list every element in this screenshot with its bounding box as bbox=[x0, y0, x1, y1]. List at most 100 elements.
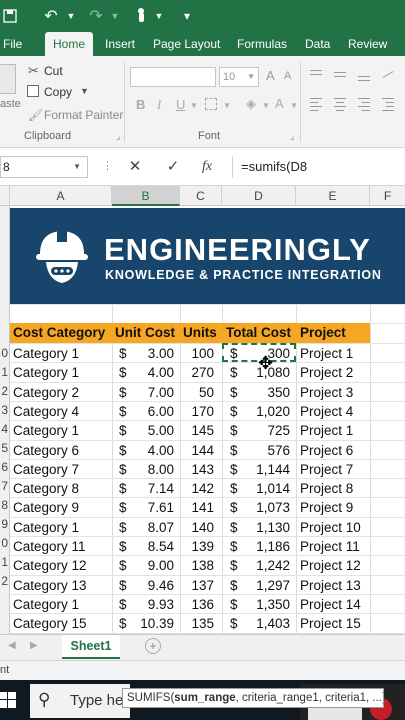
enter-button[interactable]: ✓ bbox=[162, 156, 184, 178]
name-box[interactable]: 8 ▼ bbox=[0, 156, 88, 178]
sheet-tab-sheet1[interactable]: Sheet1 bbox=[62, 635, 120, 659]
underline-button[interactable]: U bbox=[176, 97, 185, 112]
cell-unit-cost-value[interactable]: 7.00 bbox=[128, 383, 174, 402]
cell-total-cost-value[interactable]: 1,297 bbox=[240, 576, 290, 595]
clipboard-launcher-icon[interactable]: ⌟ bbox=[116, 131, 120, 142]
cell-project[interactable]: Project 12 bbox=[300, 556, 370, 575]
cell-cost-category[interactable]: Category 12 bbox=[13, 556, 109, 575]
cell-total-cost-value[interactable]: 1,403 bbox=[240, 614, 290, 633]
cell-unit-cost-value[interactable]: 5.00 bbox=[128, 421, 174, 440]
cell-total-cost-value[interactable]: 1,350 bbox=[240, 595, 290, 614]
cell-units[interactable]: 270 bbox=[180, 363, 214, 382]
row-number[interactable]: 6 bbox=[1, 460, 8, 474]
cell-total-cost-value[interactable]: 1,186 bbox=[240, 537, 290, 556]
cell-project[interactable]: Project 1 bbox=[300, 421, 370, 440]
format-painter-icon[interactable]: 🖌 bbox=[28, 108, 43, 122]
next-sheet-icon[interactable]: ▶ bbox=[30, 640, 38, 651]
row-number[interactable]: 1 bbox=[1, 365, 8, 379]
fill-dropdown-icon[interactable]: ▼ bbox=[262, 101, 270, 110]
cell-total-cost-value[interactable]: 725 bbox=[240, 421, 290, 440]
copy-icon[interactable] bbox=[27, 85, 39, 97]
cell-units[interactable]: 100 bbox=[180, 344, 214, 363]
cell-unit-cost-value[interactable]: 7.14 bbox=[128, 479, 174, 498]
column-header-d[interactable]: D bbox=[222, 186, 296, 206]
row-number[interactable]: 3 bbox=[1, 403, 8, 417]
cell-project[interactable]: Project 15 bbox=[300, 614, 370, 633]
font-color-icon[interactable]: A bbox=[275, 96, 284, 111]
cell-cost-category[interactable]: Category 1 bbox=[13, 421, 109, 440]
cell-units[interactable]: 143 bbox=[180, 460, 214, 479]
row-number[interactable]: 1 bbox=[1, 555, 8, 569]
select-all-corner[interactable] bbox=[0, 186, 10, 206]
save-icon[interactable] bbox=[0, 4, 20, 28]
tab-file[interactable]: File bbox=[3, 32, 22, 56]
worksheet-grid[interactable]: 0 1 2 3 4 5 6 7 8 9 0 1 2 ENGINEERINGLY … bbox=[0, 206, 405, 634]
cell-unit-cost-value[interactable]: 4.00 bbox=[128, 441, 174, 460]
cut-button[interactable]: Cut bbox=[44, 64, 63, 78]
fill-color-icon[interactable]: ◈ bbox=[246, 96, 256, 112]
cell-cost-category[interactable]: Category 6 bbox=[13, 441, 109, 460]
cell-project[interactable]: Project 7 bbox=[300, 460, 370, 479]
cell-units[interactable]: 138 bbox=[180, 556, 214, 575]
cell-units[interactable]: 145 bbox=[180, 421, 214, 440]
cell-cost-category[interactable]: Category 2 bbox=[13, 383, 109, 402]
touch-dropdown-icon[interactable]: ▼ bbox=[154, 4, 164, 28]
cell-project[interactable]: Project 8 bbox=[300, 479, 370, 498]
customize-toolbar-icon[interactable]: ▾ bbox=[180, 4, 194, 28]
borders-icon[interactable] bbox=[205, 98, 217, 110]
header-unit-cost[interactable]: Unit Cost bbox=[115, 323, 175, 343]
cell-cost-category[interactable]: Category 11 bbox=[13, 537, 109, 556]
cell-unit-cost-value[interactable]: 9.93 bbox=[128, 595, 174, 614]
cell-unit-cost-value[interactable]: 6.00 bbox=[128, 402, 174, 421]
prev-sheet-icon[interactable]: ◀ bbox=[8, 640, 16, 651]
cell-total-cost-value[interactable]: 576 bbox=[240, 441, 290, 460]
windows-start-icon[interactable] bbox=[0, 692, 16, 708]
cell-cost-category[interactable]: Category 7 bbox=[13, 460, 109, 479]
column-header-b[interactable]: B bbox=[112, 186, 180, 206]
header-cost-category[interactable]: Cost Category bbox=[13, 323, 105, 343]
cell-unit-cost-value[interactable]: 9.46 bbox=[128, 576, 174, 595]
cell-project[interactable]: Project 11 bbox=[300, 537, 370, 556]
cell-units[interactable]: 144 bbox=[180, 441, 214, 460]
cell-unit-cost-value[interactable]: 9.00 bbox=[128, 556, 174, 575]
tab-review[interactable]: Review bbox=[348, 32, 387, 56]
row-number[interactable]: 0 bbox=[1, 536, 8, 550]
column-header-c[interactable]: C bbox=[180, 186, 222, 206]
font-name-input[interactable] bbox=[130, 67, 216, 87]
row-number[interactable]: 5 bbox=[1, 441, 8, 455]
header-project[interactable]: Project bbox=[300, 323, 346, 343]
copy-dropdown-icon[interactable]: ▼ bbox=[80, 86, 89, 96]
cell-units[interactable]: 139 bbox=[180, 537, 214, 556]
font-size-input[interactable]: 10 ▼ bbox=[219, 67, 259, 87]
cell-project[interactable]: Project 4 bbox=[300, 402, 370, 421]
row-number[interactable]: 4 bbox=[1, 422, 8, 436]
undo-dropdown-icon[interactable]: ▼ bbox=[66, 4, 76, 28]
header-total-cost[interactable]: Total Cost bbox=[226, 323, 291, 343]
row-number[interactable]: 2 bbox=[1, 574, 8, 588]
tooltip-func[interactable]: SUMIFS( bbox=[127, 692, 174, 704]
cell-total-cost-value[interactable]: 350 bbox=[240, 383, 290, 402]
redo-icon[interactable]: ↷ bbox=[86, 4, 106, 28]
cell-total-cost-value[interactable]: 1,073 bbox=[240, 498, 290, 517]
redo-dropdown-icon[interactable]: ▼ bbox=[110, 4, 120, 28]
header-units[interactable]: Units bbox=[183, 323, 217, 343]
cell-total-cost-value[interactable]: 1,020 bbox=[240, 402, 290, 421]
increase-font-size-icon[interactable]: A bbox=[266, 68, 275, 83]
cell-cost-category[interactable]: Category 1 bbox=[13, 363, 109, 382]
underline-dropdown-icon[interactable]: ▼ bbox=[190, 101, 198, 110]
function-tooltip[interactable]: SUMIFS(sum_range, criteria_range1, crite… bbox=[122, 688, 384, 708]
cell-total-cost-value[interactable]: 1,144 bbox=[240, 460, 290, 479]
cell-unit-cost-value[interactable]: 8.07 bbox=[128, 518, 174, 537]
row-number[interactable]: 2 bbox=[1, 384, 8, 398]
formula-input[interactable]: =sumifs(D8 bbox=[232, 156, 405, 178]
borders-dropdown-icon[interactable]: ▼ bbox=[223, 101, 231, 110]
cell-units[interactable]: 137 bbox=[180, 576, 214, 595]
row-number[interactable]: 0 bbox=[1, 346, 8, 360]
font-color-dropdown-icon[interactable]: ▼ bbox=[290, 101, 298, 110]
cell-cost-category[interactable]: Category 15 bbox=[13, 614, 109, 633]
cell-unit-cost-value[interactable]: 7.61 bbox=[128, 498, 174, 517]
cell-total-cost-value[interactable]: 1,130 bbox=[240, 518, 290, 537]
cell-total-cost-value[interactable]: 1,014 bbox=[240, 479, 290, 498]
cell-unit-cost-value[interactable]: 8.00 bbox=[128, 460, 174, 479]
row-number[interactable]: 8 bbox=[1, 498, 8, 512]
